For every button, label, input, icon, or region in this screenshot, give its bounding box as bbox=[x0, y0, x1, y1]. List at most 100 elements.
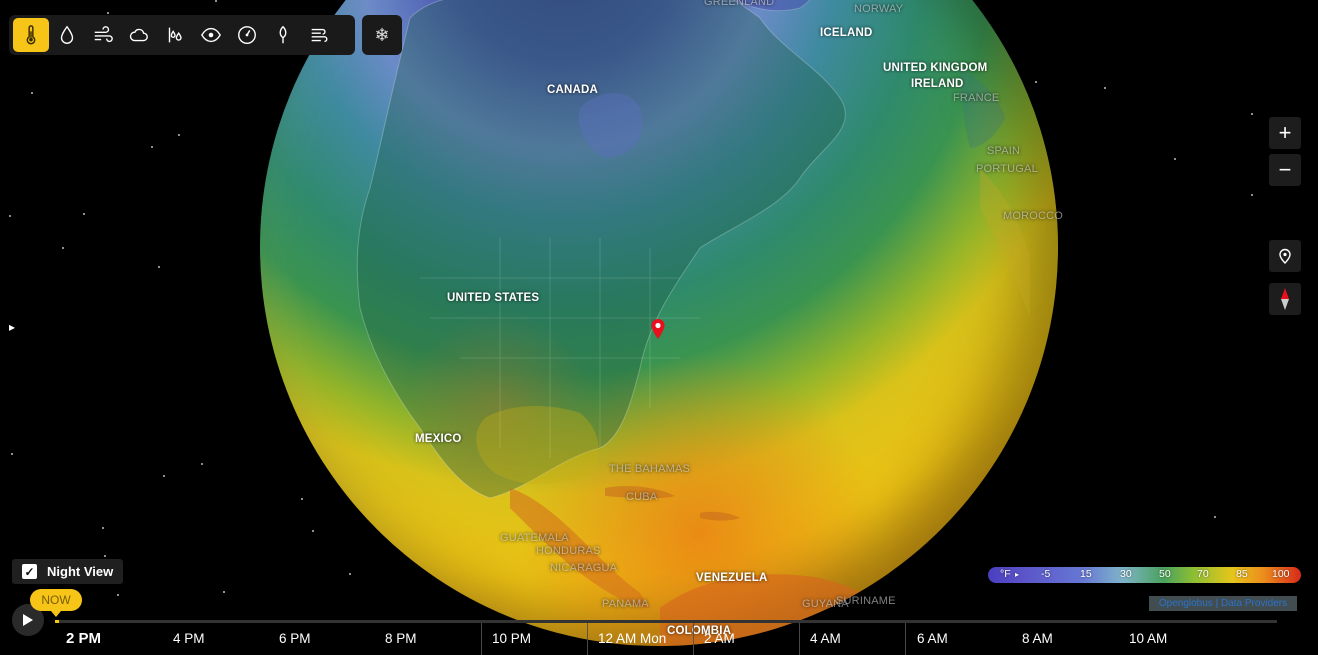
snow-layer-button[interactable]: ❄ bbox=[362, 15, 402, 55]
time-label[interactable]: 10 PM bbox=[492, 631, 531, 646]
star bbox=[215, 0, 217, 2]
legend-value: 30 bbox=[1120, 568, 1132, 580]
plus-icon: + bbox=[1278, 120, 1292, 145]
star bbox=[201, 463, 203, 465]
map-label-norway: NORWAY bbox=[854, 3, 904, 15]
pressure-layer-button[interactable] bbox=[229, 18, 265, 52]
precipitation-layer-button[interactable] bbox=[157, 18, 193, 52]
map-label-guatemala: GUATEMALA bbox=[500, 532, 569, 544]
pollen-icon bbox=[279, 25, 287, 44]
time-label[interactable]: 8 AM bbox=[1022, 631, 1053, 646]
time-label[interactable]: 8 PM bbox=[385, 631, 417, 646]
wind-layer-button[interactable] bbox=[85, 18, 121, 52]
night-separator bbox=[799, 623, 800, 655]
star bbox=[62, 247, 64, 249]
map-label-ireland: IRELAND bbox=[911, 78, 964, 90]
layer-toolbar bbox=[9, 15, 355, 55]
waves-layer-button[interactable] bbox=[301, 18, 337, 52]
star bbox=[1214, 516, 1216, 518]
compass-icon bbox=[1281, 288, 1289, 310]
time-label[interactable]: 12 AM Mon bbox=[598, 631, 666, 646]
legend-value: 85 bbox=[1236, 568, 1248, 580]
wind-icon bbox=[94, 26, 113, 43]
eye-icon bbox=[201, 27, 221, 43]
night-separator bbox=[905, 623, 906, 655]
legend-value: 70 bbox=[1197, 568, 1209, 580]
location-marker-icon[interactable] bbox=[650, 318, 666, 340]
pollen-layer-button[interactable] bbox=[265, 18, 301, 52]
rain-icon bbox=[168, 27, 182, 43]
visibility-layer-button[interactable] bbox=[193, 18, 229, 52]
time-label[interactable]: 6 AM bbox=[917, 631, 948, 646]
time-label[interactable]: 6 PM bbox=[279, 631, 311, 646]
map-label-venezuela: VENEZUELA bbox=[696, 572, 768, 584]
zoom-out-button[interactable]: − bbox=[1269, 154, 1301, 186]
compass-button[interactable] bbox=[1269, 283, 1301, 315]
night-separator bbox=[587, 623, 588, 655]
thermometer-icon bbox=[26, 25, 36, 45]
star bbox=[158, 266, 160, 268]
star bbox=[102, 527, 104, 529]
map-label-panama: PANAMA bbox=[602, 598, 649, 610]
locate-button[interactable] bbox=[1269, 240, 1301, 272]
map-label-bahamas: THE BAHAMAS bbox=[609, 463, 691, 475]
map-label-canada: CANADA bbox=[547, 84, 599, 96]
time-label[interactable]: 4 PM bbox=[173, 631, 205, 646]
map-label-suriname: SURINAME bbox=[836, 595, 896, 607]
map-label-greenland: GREENLAND bbox=[704, 0, 775, 8]
cloud-icon bbox=[129, 28, 148, 42]
location-pin-icon bbox=[1279, 248, 1291, 264]
map-label-portugal: PORTUGAL bbox=[976, 163, 1038, 175]
cloud-layer-button[interactable] bbox=[121, 18, 157, 52]
night-view-checkbox[interactable]: ✓ bbox=[22, 564, 37, 579]
star bbox=[151, 146, 153, 148]
temperature-layer-button[interactable] bbox=[13, 18, 49, 52]
legend-value: 15 bbox=[1080, 568, 1092, 580]
star bbox=[163, 475, 165, 477]
star bbox=[9, 215, 11, 217]
map-label-france: FRANCE bbox=[953, 92, 1000, 104]
star bbox=[107, 12, 109, 14]
map-label-cuba: CUBA bbox=[626, 491, 658, 503]
star bbox=[1251, 113, 1253, 115]
expand-panel-arrow[interactable]: ▸ bbox=[9, 320, 17, 334]
star bbox=[11, 453, 13, 455]
legend-unit: °F bbox=[1000, 568, 1011, 580]
waves-icon bbox=[311, 28, 328, 43]
check-icon: ✓ bbox=[24, 564, 35, 579]
time-label[interactable]: 2 AM bbox=[704, 631, 735, 646]
star bbox=[104, 555, 106, 557]
map-label-united-states: UNITED STATES bbox=[447, 292, 540, 304]
now-badge[interactable]: NOW bbox=[30, 589, 82, 617]
droplet-icon bbox=[60, 25, 74, 44]
time-label[interactable]: 2 PM bbox=[66, 630, 101, 647]
legend-unit-arrow-icon: ▸ bbox=[1015, 570, 1020, 579]
data-providers-link[interactable]: Openglobus | Data Providers bbox=[1149, 596, 1297, 611]
map-label-honduras: HONDURAS bbox=[536, 545, 601, 557]
star bbox=[1251, 194, 1253, 196]
night-view-label: Night View bbox=[47, 564, 114, 579]
map-label-mexico: MEXICO bbox=[415, 433, 462, 445]
legend-value: 100 bbox=[1272, 568, 1290, 580]
map-label-morocco: MOROCCO bbox=[1003, 210, 1064, 222]
star bbox=[1104, 87, 1106, 89]
map-label-iceland: ICELAND bbox=[820, 27, 873, 39]
zoom-in-button[interactable]: + bbox=[1269, 117, 1301, 149]
star bbox=[117, 594, 119, 596]
gauge-icon bbox=[238, 26, 256, 44]
star bbox=[31, 92, 33, 94]
humidity-layer-button[interactable] bbox=[49, 18, 85, 52]
legend-value: 50 bbox=[1159, 568, 1171, 580]
time-label[interactable]: 4 AM bbox=[810, 631, 841, 646]
time-label[interactable]: 10 AM bbox=[1129, 631, 1167, 646]
minus-icon: − bbox=[1278, 157, 1292, 182]
night-separator bbox=[481, 623, 482, 655]
map-label-uk: UNITED KINGDOM bbox=[883, 62, 988, 74]
star bbox=[178, 134, 180, 136]
temperature-legend[interactable]: °F ▸ -5 15 30 50 70 85 100 bbox=[988, 567, 1301, 583]
star bbox=[223, 591, 225, 593]
snowflake-icon: ❄ bbox=[374, 24, 390, 45]
night-view-toggle[interactable]: ✓ Night View bbox=[12, 559, 123, 584]
map-label-spain: SPAIN bbox=[987, 145, 1021, 157]
night-separator bbox=[693, 623, 694, 655]
